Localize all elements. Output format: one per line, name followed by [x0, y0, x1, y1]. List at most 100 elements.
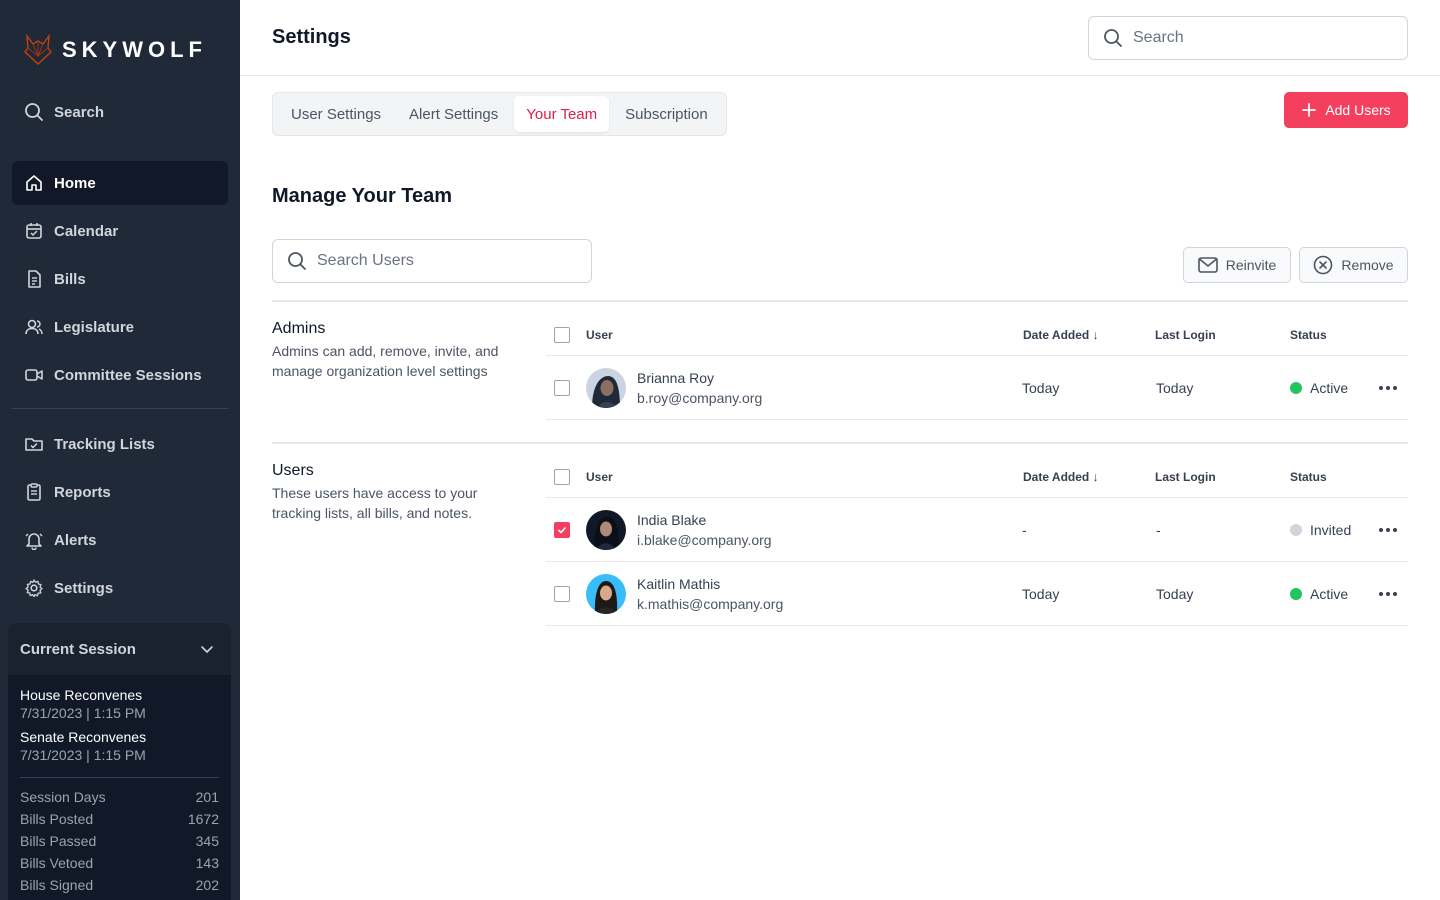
users-icon — [25, 319, 43, 335]
status-badge: Active — [1290, 380, 1348, 396]
row-checkbox[interactable] — [554, 379, 570, 396]
wolf-logo-icon — [24, 34, 52, 65]
more-options-icon[interactable] — [1379, 385, 1397, 390]
select-all-checkbox[interactable] — [554, 326, 570, 343]
sidebar-item-settings[interactable]: Settings — [12, 566, 228, 610]
avatar — [586, 367, 626, 408]
sidebar-item-reports[interactable]: Reports — [12, 470, 228, 514]
sidebar-item-label: Settings — [54, 579, 114, 597]
session-stat: Bills Passed 345 — [8, 830, 231, 852]
session-divider — [20, 777, 219, 778]
column-date-added[interactable]: Date Added ↓ — [1023, 328, 1099, 342]
session-stat: Bills Signed 202 — [8, 874, 231, 896]
more-options-icon[interactable] — [1379, 527, 1397, 532]
chevron-down-icon — [201, 646, 213, 654]
stat-value: 143 — [195, 855, 219, 871]
avatar — [586, 509, 626, 550]
more-options-icon[interactable] — [1379, 591, 1397, 596]
column-user: User — [586, 469, 613, 484]
sidebar-item-calendar[interactable]: Calendar — [12, 209, 228, 253]
sidebar-search[interactable]: Search — [24, 102, 104, 122]
current-session-toggle[interactable]: Current Session — [8, 623, 231, 675]
last-login: Today — [1156, 379, 1194, 396]
last-login: Today — [1156, 585, 1194, 602]
sidebar-item-bills[interactable]: Bills — [12, 257, 228, 301]
column-last-login: Last Login — [1155, 327, 1216, 342]
status-dot — [1290, 381, 1302, 394]
close-circle-icon — [1314, 255, 1333, 275]
global-search[interactable] — [1088, 16, 1408, 60]
sidebar-item-label: Home — [54, 174, 96, 192]
user-email: i.blake@company.org — [637, 531, 772, 548]
sidebar-item-committee-sessions[interactable]: Committee Sessions — [12, 353, 228, 397]
row-checkbox[interactable] — [554, 521, 570, 538]
session-event-title: House Reconvenes — [20, 687, 143, 703]
home-icon — [26, 175, 42, 191]
table-row: Kaitlin Mathis k.mathis@company.org Toda… — [546, 562, 1408, 626]
status-dot — [1290, 523, 1302, 536]
logo[interactable]: SKYWOLF — [24, 34, 207, 66]
add-users-button[interactable]: Add Users — [1284, 92, 1408, 128]
topbar: Settings — [240, 0, 1440, 76]
sidebar: SKYWOLF Search Home Calendar Bills Legis… — [0, 0, 240, 900]
last-login: - — [1156, 521, 1161, 538]
sidebar-item-home[interactable]: Home — [12, 161, 228, 205]
column-user: User — [586, 327, 613, 342]
user-email: b.roy@company.org — [637, 389, 763, 406]
calendar-icon — [26, 223, 42, 239]
add-users-label: Add Users — [1325, 102, 1391, 118]
tab-subscription[interactable]: Subscription — [613, 96, 720, 132]
stat-label: Bills Vetoed — [20, 855, 94, 871]
sidebar-item-tracking-lists[interactable]: Tracking Lists — [12, 422, 228, 466]
tab-alert-settings[interactable]: Alert Settings — [397, 96, 510, 132]
checkmark-icon — [557, 526, 567, 534]
column-date-added[interactable]: Date Added ↓ — [1023, 470, 1099, 484]
brand-name: SKYWOLF — [62, 37, 207, 62]
session-stat: Bills Vetoed 143 — [8, 852, 231, 874]
sidebar-item-label: Legislature — [54, 318, 135, 336]
status-dot — [1290, 587, 1302, 600]
session-stat: Bills Posted 1672 — [8, 808, 231, 830]
tab-your-team[interactable]: Your Team — [514, 96, 610, 132]
global-search-input[interactable] — [1133, 29, 1383, 47]
sidebar-item-legislature[interactable]: Legislature — [12, 305, 228, 349]
search-icon — [1104, 29, 1122, 47]
user-search[interactable] — [272, 239, 592, 283]
plus-icon — [1302, 103, 1317, 117]
session-event-date: 7/31/2023 | 1:15 PM — [20, 747, 146, 763]
stat-label: Session Days — [20, 789, 106, 805]
column-last-login: Last Login — [1155, 469, 1216, 484]
sidebar-item-alerts[interactable]: Alerts — [12, 518, 228, 562]
remove-button[interactable]: Remove — [1299, 247, 1408, 283]
gear-icon — [25, 579, 43, 598]
user-search-input[interactable] — [317, 252, 567, 270]
report-icon — [27, 483, 41, 501]
reinvite-button[interactable]: Reinvite — [1183, 247, 1291, 283]
status-label: Active — [1310, 379, 1349, 396]
user-name: Brianna Roy — [637, 369, 715, 386]
stat-label: Bills Signed — [20, 877, 94, 893]
date-added: Today — [1022, 379, 1060, 396]
table-header: User Date Added ↓ Last Login Status — [546, 314, 1408, 356]
table-row: Brianna Roy b.roy@company.org Today Toda… — [546, 356, 1408, 420]
user-name: India Blake — [637, 511, 707, 528]
group-name-users: Users — [272, 462, 314, 479]
group-description-admins: Admins can add, remove, invite, and mana… — [272, 343, 499, 379]
video-icon — [25, 369, 43, 381]
stat-value: 202 — [195, 877, 219, 893]
reinvite-label: Reinvite — [1225, 257, 1277, 273]
sidebar-item-label: Bills — [54, 270, 86, 288]
tab-user-settings[interactable]: User Settings — [279, 96, 393, 132]
select-all-checkbox[interactable] — [554, 468, 570, 485]
section-divider — [272, 300, 1408, 302]
remove-label: Remove — [1341, 257, 1394, 273]
section-divider — [272, 442, 1408, 444]
user-name: Kaitlin Mathis — [637, 575, 721, 592]
stat-label: Bills Passed — [20, 833, 97, 849]
row-checkbox[interactable] — [554, 585, 570, 602]
stat-value: 201 — [195, 789, 219, 805]
bell-icon — [25, 533, 43, 550]
sidebar-search-label: Search — [54, 103, 105, 121]
current-session-panel: Current Session House Reconvenes 7/31/20… — [8, 623, 231, 900]
mail-icon — [1197, 257, 1218, 273]
